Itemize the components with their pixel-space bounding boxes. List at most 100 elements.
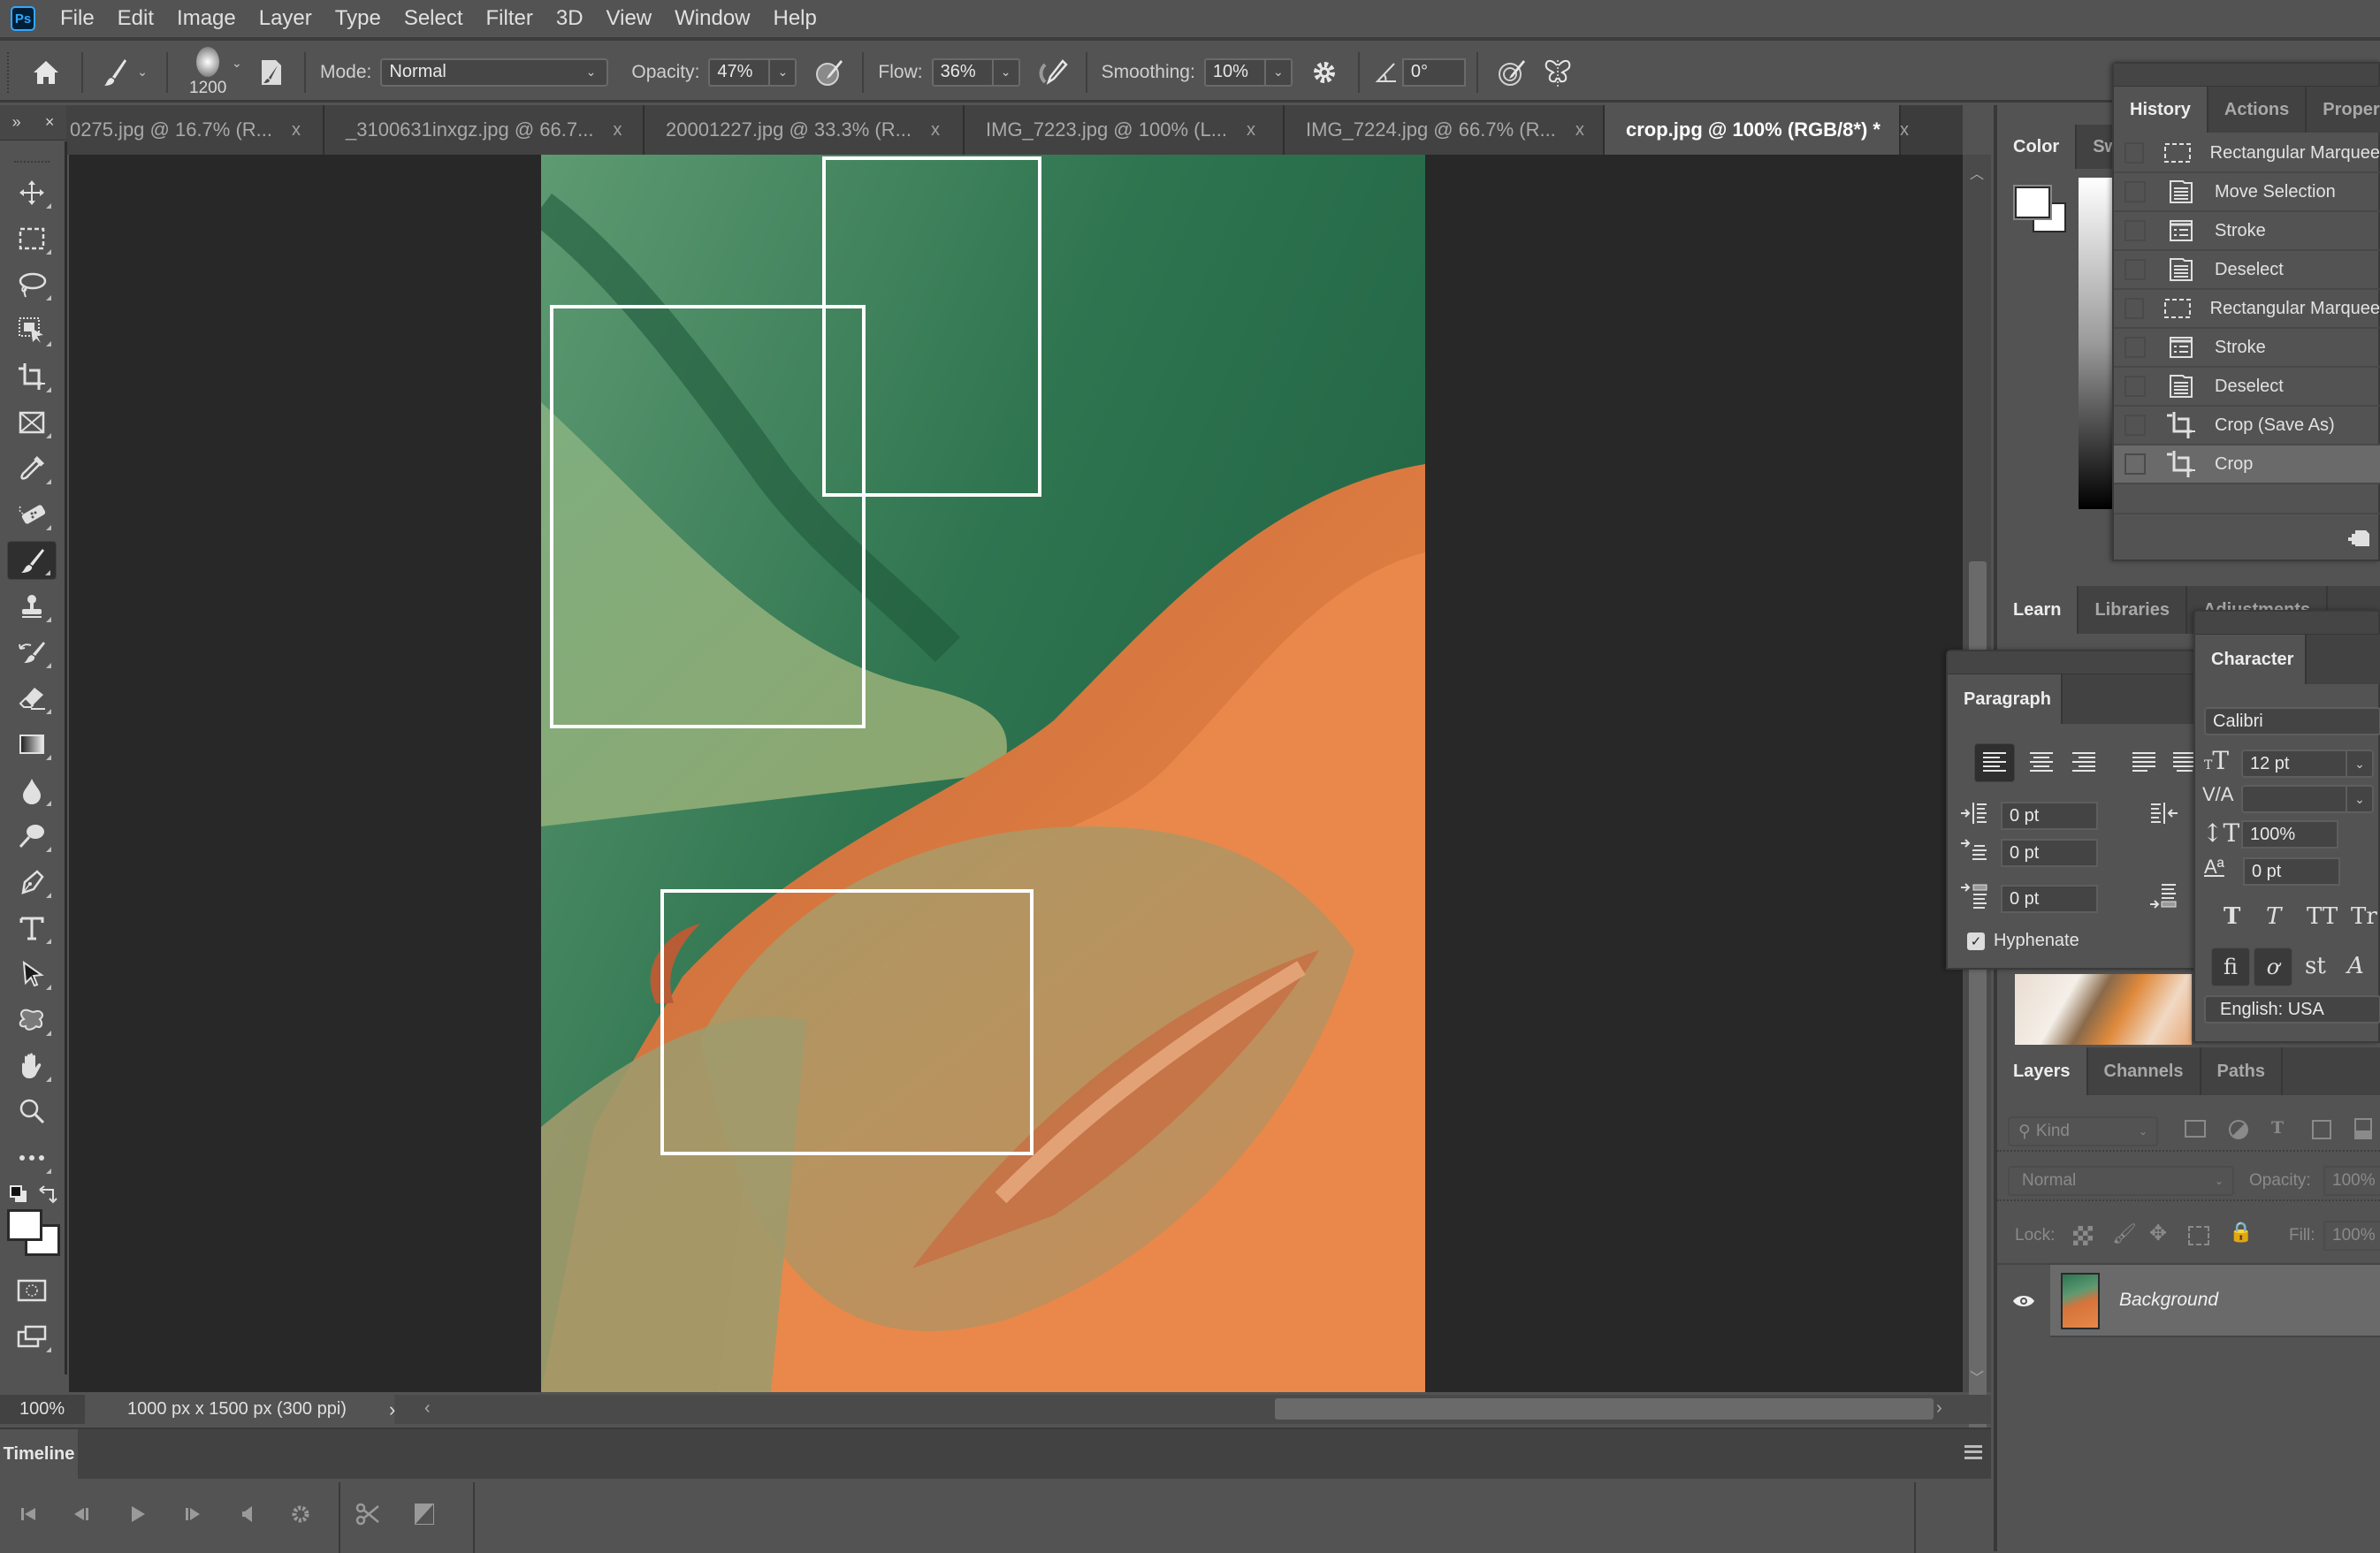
close-tab-icon[interactable]: x [292,120,301,141]
layer-row[interactable]: Background [1997,1263,2380,1337]
custom-shape-tool[interactable] [7,1001,57,1039]
filter-pixel-layers-icon[interactable] [2185,1120,2206,1138]
color-fg-swatch[interactable] [2013,185,2052,220]
history-brush-source-checkbox[interactable] [2124,376,2146,397]
all-caps-button[interactable]: TT [2307,903,2338,930]
font-size-dropdown[interactable]: ⌄ [2346,751,2372,776]
menu-edit[interactable]: Edit [118,6,154,31]
spot-healing-brush-tool[interactable] [7,495,57,534]
clone-stamp-tool[interactable] [7,587,57,626]
history-item[interactable]: Crop [2114,445,2380,484]
toolbar-grip[interactable] [14,161,50,166]
close-panel-button[interactable]: × [45,113,55,132]
pen-tool[interactable] [7,863,57,902]
align-right-button[interactable] [2066,743,2102,782]
lock-transparent-pixels-icon[interactable] [2073,1226,2093,1245]
history-item[interactable]: Rectangular Marquee [2114,290,2380,329]
baseline-shift-input[interactable]: 0 pt [2243,857,2340,886]
mode-select[interactable]: Normal ⌄ [380,57,609,87]
new-snapshot-icon[interactable] [2346,527,2371,548]
tab-actions[interactable]: Actions [2208,87,2308,133]
play-button[interactable] [122,1498,154,1530]
blur-tool[interactable] [7,771,57,810]
menu-file[interactable]: File [60,6,95,31]
history-item[interactable]: Deselect [2114,251,2380,290]
brush-angle-input[interactable]: 0° [1401,57,1466,87]
history-item[interactable]: Rectangular Marquee [2114,134,2380,173]
history-item[interactable]: Stroke [2114,212,2380,251]
rectangular-marquee-tool[interactable] [7,219,57,258]
indent-left-input[interactable]: 0 pt [2001,802,2098,830]
menu-layer[interactable]: Layer [259,6,312,31]
go-to-first-frame-button[interactable] [12,1498,44,1530]
layer-opacity-input[interactable]: 100% [2323,1166,2380,1196]
font-size-input[interactable]: 12 pt ⌄ [2241,750,2374,778]
tab-paths[interactable]: Paths [2201,1047,2283,1095]
tab-properties[interactable]: Properti [2307,87,2380,133]
opacity-dropdown-button[interactable]: ⌄ [768,59,795,85]
lock-artboard-icon[interactable] [2188,1226,2209,1245]
swash-button[interactable]: A [2347,953,2364,979]
history-brush-source-checkbox[interactable] [2124,453,2146,475]
history-item[interactable]: Deselect [2114,368,2380,407]
tracking-dropdown[interactable]: ⌄ [2346,787,2372,811]
filter-shape-layers-icon[interactable] [2312,1120,2331,1139]
options-bar-grip[interactable] [7,51,11,93]
doc-tab[interactable]: 0275.jpg @ 16.7% (R... x [66,105,324,155]
character-panel-titlebar[interactable] [2195,612,2378,635]
menu-type[interactable]: Type [335,6,381,31]
hyphenate-checkbox[interactable]: ✓ [1967,933,1985,950]
default-colors-button[interactable] [9,1184,28,1204]
history-brush-source-checkbox[interactable] [2124,337,2146,358]
menu-3d[interactable]: 3D [556,6,584,31]
scroll-left-icon[interactable]: ‹ [424,1398,431,1419]
history-brush-source-checkbox[interactable] [2124,142,2145,164]
tab-layers[interactable]: Layers [1997,1047,2088,1095]
swap-colors-button[interactable] [39,1184,58,1204]
indent-first-line-input[interactable]: 0 pt [2001,839,2098,867]
tab-timeline[interactable]: Timeline [0,1429,78,1479]
font-family-select[interactable]: Calibri [2204,707,2380,735]
history-brush-source-checkbox[interactable] [2124,259,2146,280]
close-tab-icon[interactable]: x [613,120,622,141]
close-tab-icon[interactable]: x [931,120,940,141]
hand-tool[interactable] [7,1047,57,1085]
color-ramp-slider[interactable] [2079,178,2114,509]
horizontal-scrollbar[interactable]: ‹ › [417,1395,1991,1424]
tab-history[interactable]: History [2114,87,2208,133]
eyedropper-tool[interactable] [7,449,57,488]
timeline-menu-button[interactable] [1964,1445,1982,1459]
space-before-input[interactable]: 0 pt [2001,885,2098,913]
menu-image[interactable]: Image [177,6,236,31]
foreground-color-swatch[interactable] [7,1209,42,1241]
scroll-up-icon[interactable]: ︿ [1970,162,1984,183]
close-tab-icon[interactable]: x [1247,120,1255,141]
type-tool[interactable] [7,909,57,948]
tab-channels[interactable]: Channels [2088,1047,2201,1095]
tab-paragraph[interactable]: Paragraph [1948,674,2063,724]
history-item[interactable]: Stroke [2114,329,2380,368]
dodge-tool[interactable] [7,817,57,856]
history-panel-titlebar[interactable] [2114,64,2378,87]
layer-blend-mode-select[interactable]: Normal ⌄ [2008,1166,2234,1196]
filter-type-layers-icon[interactable]: T [2271,1118,2284,1138]
symmetry-button[interactable] [1535,52,1581,93]
brush-settings-panel-toggle[interactable] [249,52,294,93]
vertical-scale-input[interactable]: 100% [2241,820,2338,849]
lock-all-icon[interactable]: 🔒 [2229,1221,2253,1244]
transition-button[interactable] [408,1498,440,1530]
smoothing-input[interactable]: 10% ⌄ [1203,57,1293,87]
history-brush-source-checkbox[interactable] [2124,298,2145,319]
screen-mode-button[interactable] [7,1317,57,1356]
status-menu-arrow[interactable]: › [389,1398,395,1421]
document-image[interactable] [541,155,1425,1392]
tool-preset-picker[interactable]: ⌄ [94,52,156,93]
history-item[interactable]: Move Selection [2114,173,2380,212]
audio-button[interactable] [232,1498,263,1530]
justify-last-left-button[interactable] [2126,743,2162,782]
airbrush-button[interactable] [1031,52,1075,93]
lock-image-pixels-icon[interactable]: 🖌 [2112,1222,2137,1245]
object-selection-tool[interactable] [7,311,57,350]
edit-toolbar-button[interactable] [7,1138,57,1177]
align-center-button[interactable] [2024,743,2059,782]
